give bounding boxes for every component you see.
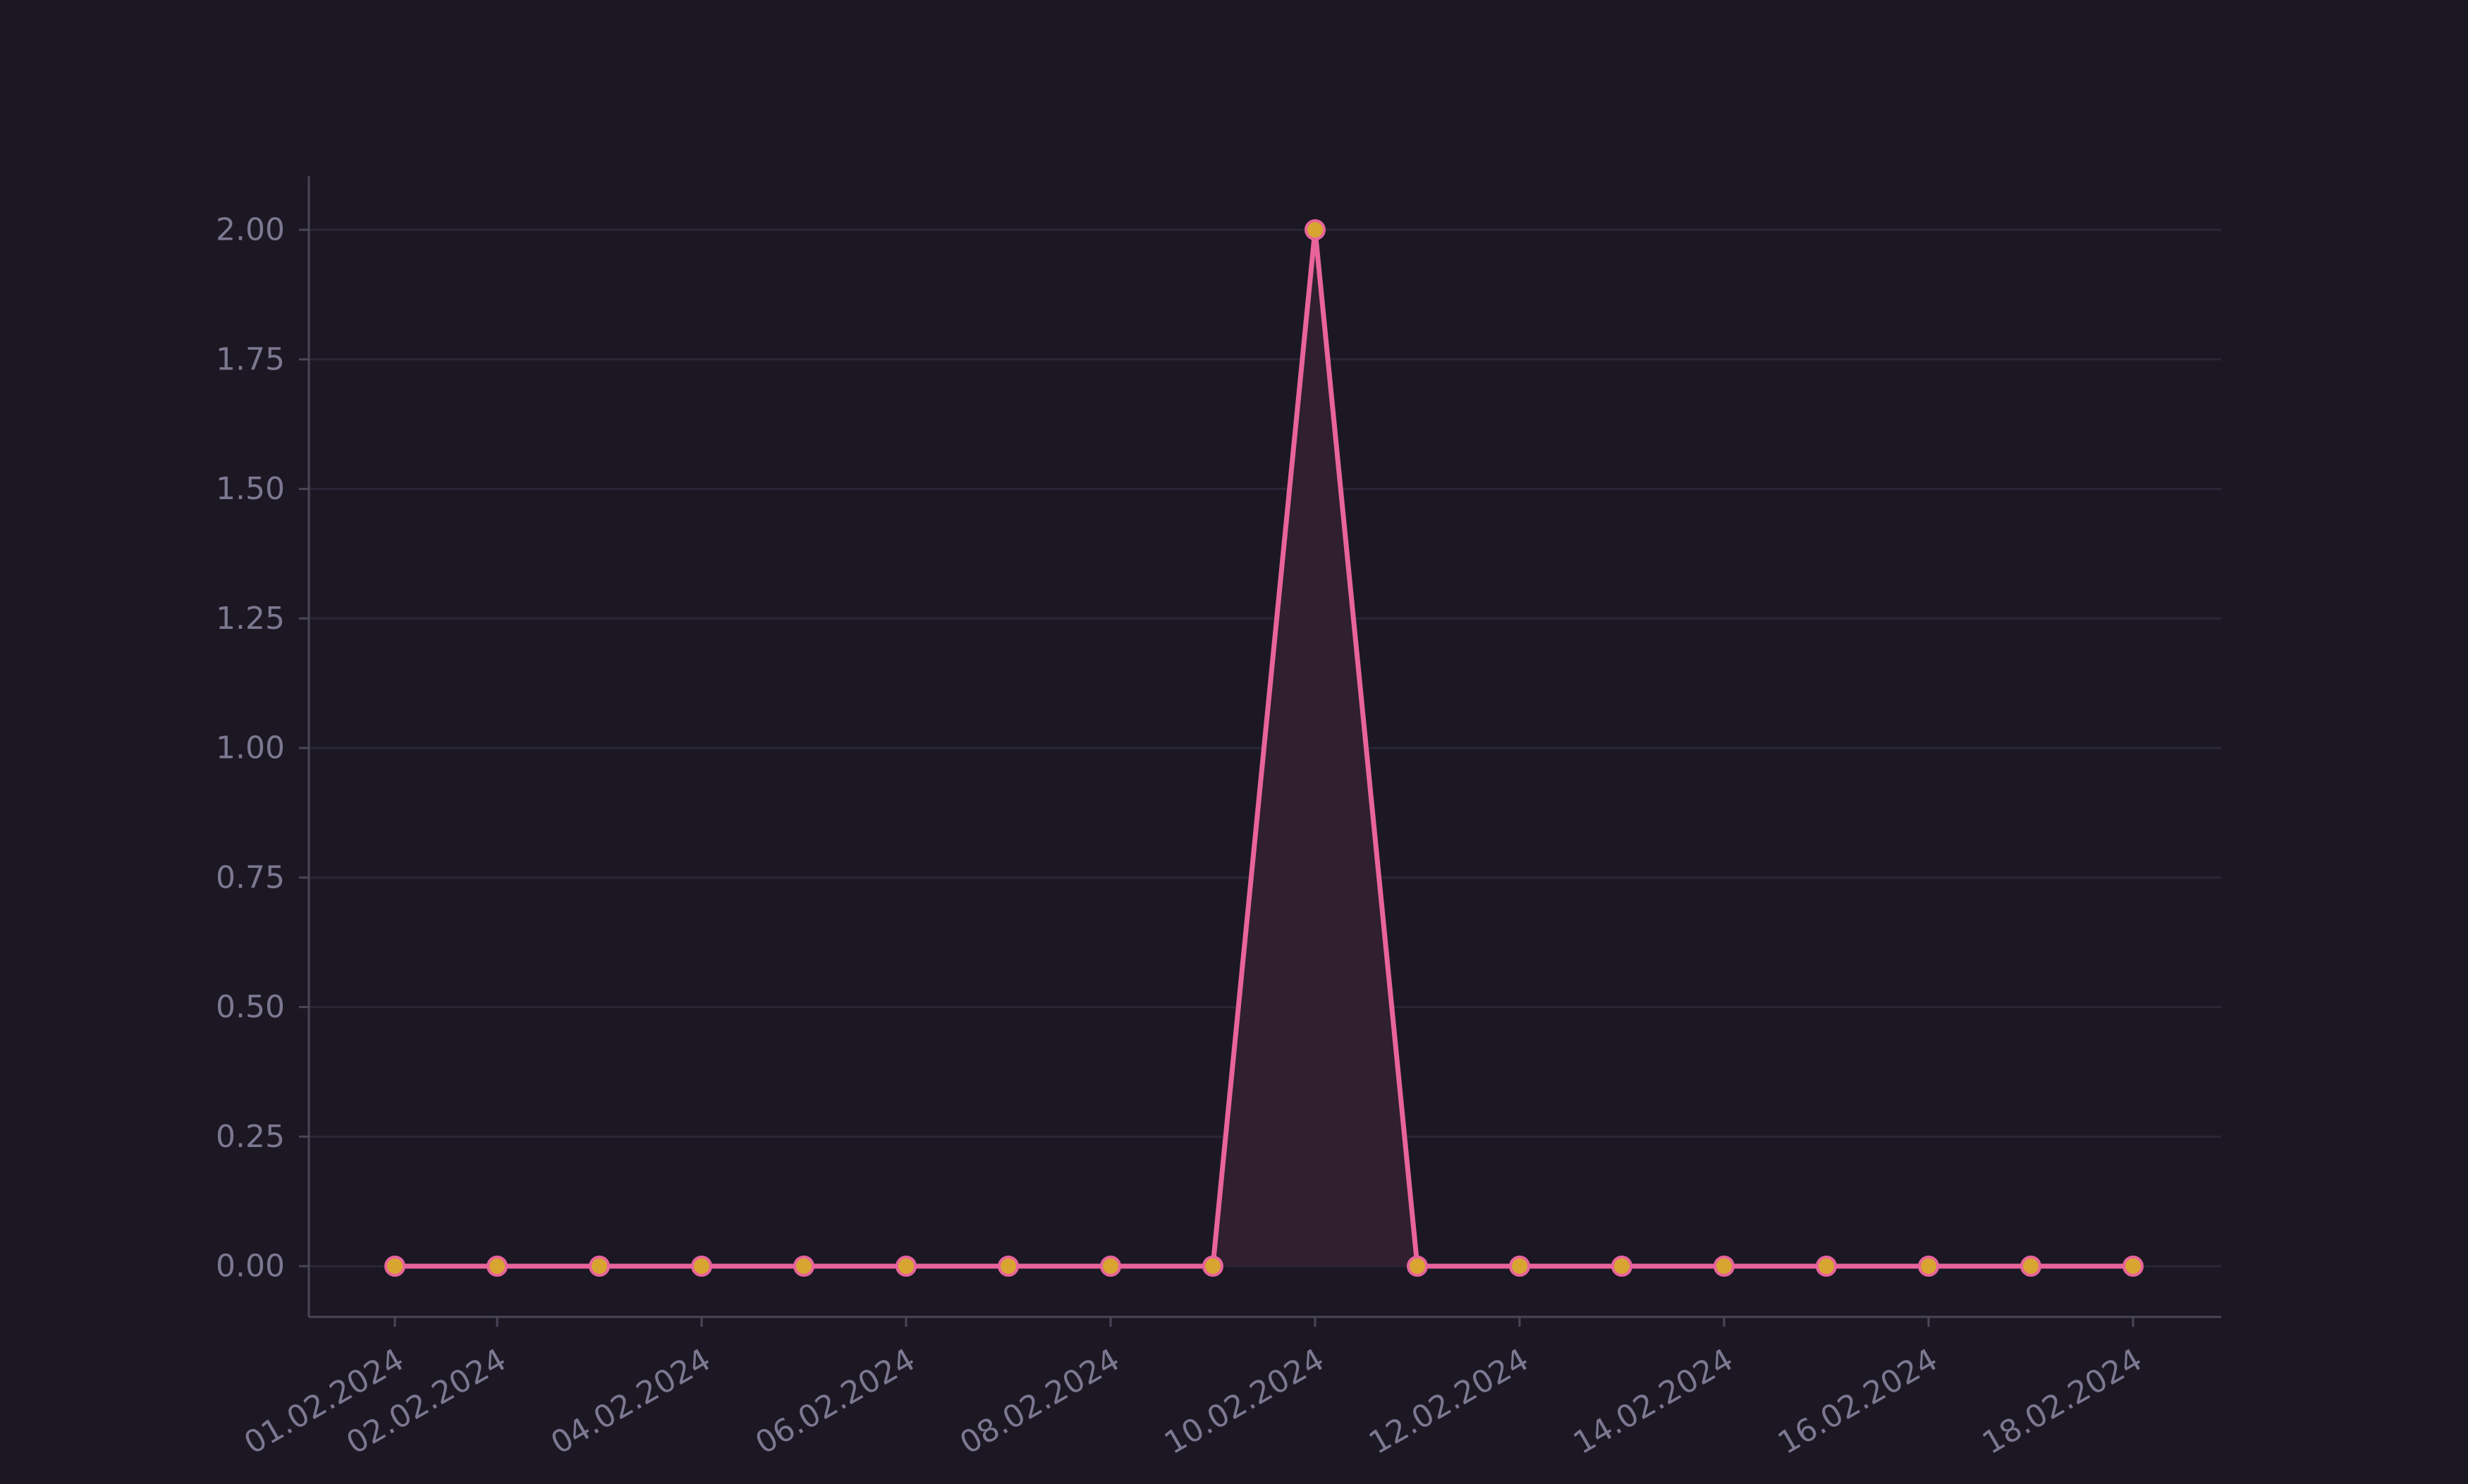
data-point-marker <box>1407 1256 1428 1277</box>
y-tick-label: 0.00 <box>216 1249 285 1284</box>
data-point-marker <box>1305 219 1326 240</box>
y-tick-label: 0.25 <box>216 1119 285 1155</box>
line-chart: 0.000.250.500.751.001.251.501.752.00 01.… <box>0 0 2468 1480</box>
data-point-marker <box>1100 1256 1121 1277</box>
data-point-marker <box>1918 1256 1939 1277</box>
y-tick-label: 1.25 <box>216 601 285 637</box>
data-point-marker <box>2020 1256 2041 1277</box>
data-point-marker <box>1509 1256 1530 1277</box>
data-point-marker <box>1816 1256 1837 1277</box>
data-point-marker <box>384 1256 405 1277</box>
data-point-marker <box>896 1256 917 1277</box>
data-point-marker <box>2122 1256 2144 1277</box>
data-point-marker <box>793 1256 814 1277</box>
data-point-marker <box>487 1256 508 1277</box>
data-point-marker <box>1611 1256 1632 1277</box>
y-tick-label: 1.00 <box>216 730 285 766</box>
data-point-marker <box>691 1256 712 1277</box>
y-tick-label: 0.50 <box>216 989 285 1025</box>
y-tick-label: 1.75 <box>216 341 285 377</box>
data-point-marker <box>998 1256 1019 1277</box>
data-point-marker <box>1202 1256 1223 1277</box>
data-point-marker <box>589 1256 610 1277</box>
y-tick-label: 0.75 <box>216 859 285 895</box>
y-tick-label: 2.00 <box>216 212 285 248</box>
data-point-marker <box>1713 1256 1735 1277</box>
y-tick-label: 1.50 <box>216 471 285 507</box>
chart-area: 0.00 0.25 0.50 0.75 1.00 1.25 1.50 1.75 2.00 01.… <box>0 0 2468 1480</box>
